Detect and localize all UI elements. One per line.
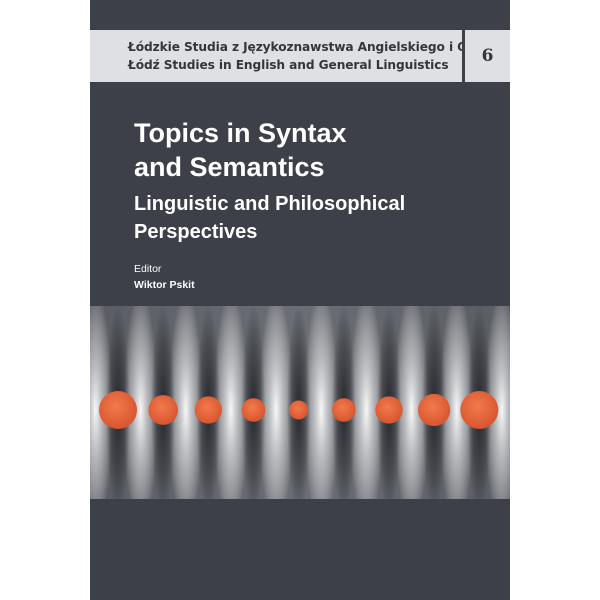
artwork-orange-dot: [99, 391, 137, 429]
editor-name: Wiktor Pskit: [134, 279, 195, 291]
book-subtitle: Linguistic and Philosophical Perspective…: [134, 190, 494, 246]
artwork-orange-dot: [417, 393, 451, 427]
series-title-english: Łódź Studies in English and General Ling…: [128, 58, 449, 72]
artwork-orange-dot: [460, 391, 499, 429]
book-cover: Łódzkie Studia z Językoznawstwa Angielsk…: [90, 0, 510, 600]
artwork-orange-dot: [289, 400, 309, 420]
artwork-orange-dot: [148, 395, 178, 425]
artwork-orange-dot: [332, 398, 356, 422]
artwork-orange-dot: [241, 398, 266, 422]
artwork-orange-dot: [375, 396, 403, 424]
series-title: Łódzkie Studia z Językoznawstwa Angielsk…: [128, 38, 510, 74]
book-title: Topics in Syntax and Semantics: [134, 116, 494, 184]
book-title-line-2: and Semantics: [134, 152, 325, 182]
volume-number: 6: [462, 30, 510, 82]
editor-label: Editor: [134, 263, 162, 275]
artwork-orange-dot: [194, 396, 223, 424]
book-title-line-1: Topics in Syntax: [134, 118, 347, 148]
cover-artwork: [90, 306, 510, 499]
series-title-polish: Łódzkie Studia z Językoznawstwa Angielsk…: [128, 40, 510, 54]
series-band: Łódzkie Studia z Językoznawstwa Angielsk…: [90, 30, 510, 82]
book-subtitle-line-1: Linguistic and Philosophical: [134, 193, 406, 215]
book-subtitle-line-2: Perspectives: [134, 221, 258, 243]
